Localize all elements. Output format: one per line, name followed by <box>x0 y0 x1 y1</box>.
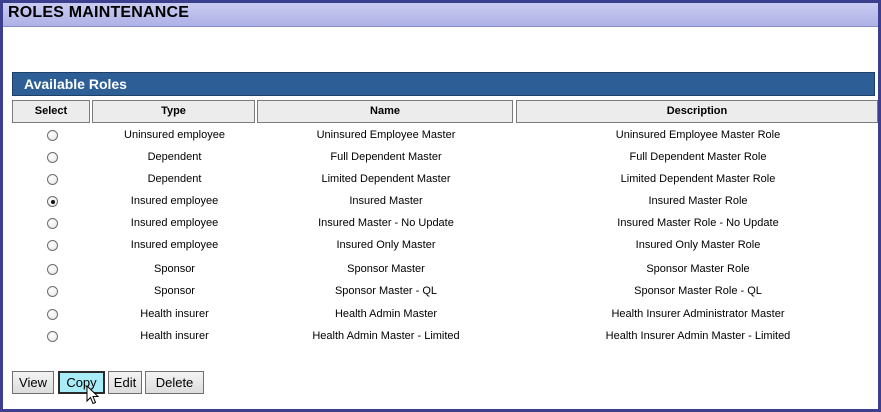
role-radio-button[interactable] <box>47 264 58 275</box>
role-type: Insured employee <box>130 239 219 251</box>
panel-title: Available Roles <box>24 76 127 92</box>
role-description: Insured Master Role - No Update <box>617 217 779 229</box>
role-radio-button[interactable] <box>47 331 58 342</box>
role-type: Insured employee <box>130 195 219 207</box>
table-row: Health insurer Health Admin Master - Lim… <box>12 327 875 349</box>
role-name: Uninsured Employee Master <box>316 129 456 141</box>
role-name: Sponsor Master - QL <box>334 285 438 297</box>
window-title: ROLES MAINTENANCE <box>8 4 190 21</box>
column-header-type: Type <box>92 100 255 123</box>
table-row: Sponsor Sponsor Master - QL Sponsor Mast… <box>12 282 875 304</box>
available-roles-header: Available Roles <box>12 72 875 96</box>
role-radio-button[interactable] <box>47 152 58 163</box>
role-radio-button[interactable] <box>47 174 58 185</box>
role-type: Health insurer <box>140 308 209 320</box>
delete-button[interactable]: Delete <box>145 371 204 394</box>
table-row: Uninsured employee Uninsured Employee Ma… <box>12 126 875 148</box>
column-header-name: Name <box>257 100 513 123</box>
table-row: Health insurer Health Admin Master Healt… <box>12 305 875 327</box>
role-name: Limited Dependent Master <box>321 173 451 185</box>
role-name: Full Dependent Master <box>330 151 442 163</box>
role-type: Insured employee <box>130 217 219 229</box>
role-type: Health insurer <box>140 330 209 342</box>
role-name: Insured Master <box>349 195 423 207</box>
table-row: Insured employee Insured Only Master Ins… <box>12 236 875 258</box>
role-radio-button[interactable] <box>47 130 58 141</box>
role-radio-button[interactable] <box>47 240 58 251</box>
role-description: Insured Only Master Role <box>635 239 761 251</box>
table-row: Dependent Limited Dependent Master Limit… <box>12 170 875 192</box>
role-description: Sponsor Master Role <box>646 263 750 275</box>
role-description: Limited Dependent Master Role <box>620 173 776 185</box>
role-radio-button[interactable] <box>47 218 58 229</box>
table-row: Insured employee Insured Master - No Upd… <box>12 214 875 236</box>
role-name: Sponsor Master <box>347 263 425 275</box>
role-description: Sponsor Master Role - QL <box>634 285 762 297</box>
role-description: Health Insurer Admin Master - Limited <box>605 330 791 342</box>
mouse-pointer-icon <box>86 385 100 405</box>
edit-button[interactable]: Edit <box>108 371 142 394</box>
role-name: Insured Master - No Update <box>318 217 454 229</box>
role-type: Sponsor <box>154 285 195 297</box>
table-row: Dependent Full Dependent Master Full Dep… <box>12 148 875 170</box>
role-radio-button-selected[interactable] <box>47 196 58 207</box>
table-row: Sponsor Sponsor Master Sponsor Master Ro… <box>12 260 875 282</box>
column-header-select: Select <box>12 100 90 123</box>
role-description: Uninsured Employee Master Role <box>615 129 781 141</box>
roles-maintenance-window: ROLES MAINTENANCE Available Roles Select… <box>0 0 881 412</box>
role-description: Insured Master Role <box>648 195 748 207</box>
role-radio-button[interactable] <box>47 286 58 297</box>
role-type: Uninsured employee <box>124 129 225 141</box>
role-type: Dependent <box>147 173 202 185</box>
role-radio-button[interactable] <box>47 309 58 320</box>
role-name: Health Admin Master - Limited <box>312 330 460 342</box>
role-type: Sponsor <box>154 263 195 275</box>
role-name: Insured Only Master <box>336 239 436 251</box>
role-type: Dependent <box>147 151 202 163</box>
view-button[interactable]: View <box>12 371 54 394</box>
role-description: Full Dependent Master Role <box>629 151 767 163</box>
column-header-description: Description <box>516 100 878 123</box>
role-name: Health Admin Master <box>334 308 438 320</box>
title-bar: ROLES MAINTENANCE <box>3 3 878 27</box>
table-row: Insured employee Insured Master Insured … <box>12 192 875 214</box>
role-description: Health Insurer Administrator Master <box>611 308 785 320</box>
